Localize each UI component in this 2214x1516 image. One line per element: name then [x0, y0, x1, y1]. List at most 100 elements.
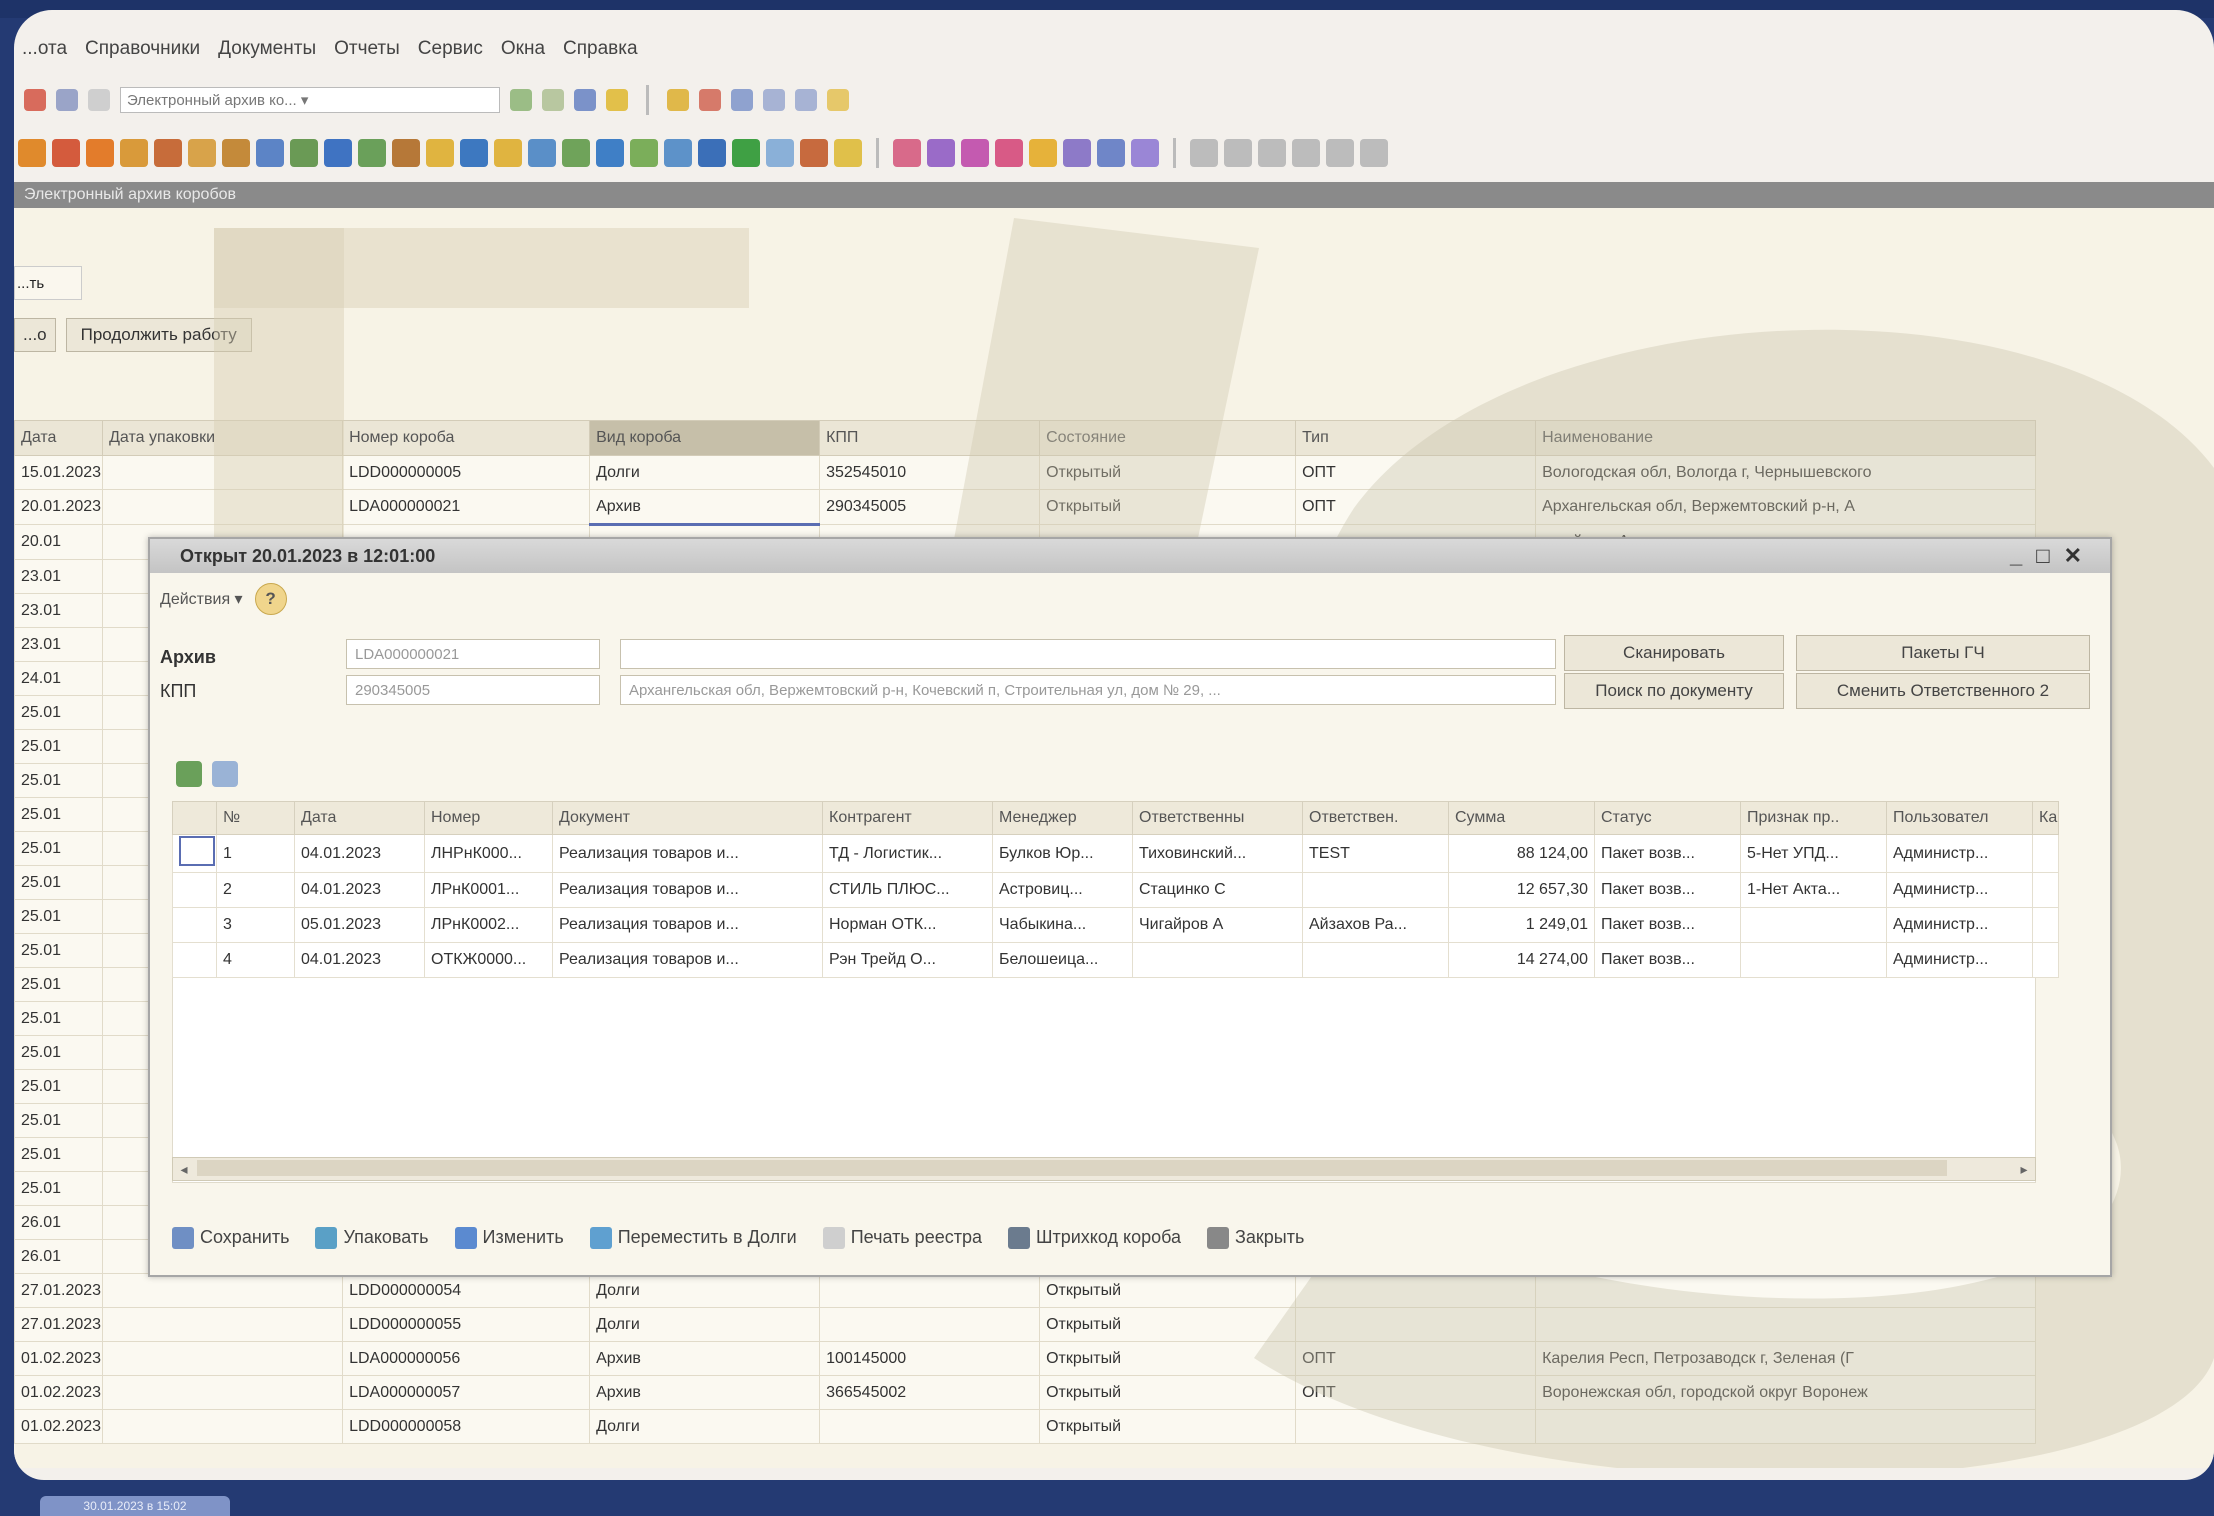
menu-item-catalogs[interactable]: Справочники — [85, 38, 200, 60]
home-icon[interactable] — [120, 139, 148, 167]
menu-item-windows[interactable]: Окна — [501, 38, 545, 60]
command-move-button[interactable]: Переместить в Долги — [589, 1227, 797, 1250]
documents-col-header[interactable]: Статус — [1594, 801, 1741, 835]
documents-col-header[interactable]: Ка — [2031, 801, 2060, 835]
menu-item-documents[interactable]: Документы — [218, 38, 316, 60]
price-icon[interactable] — [426, 139, 454, 167]
archive-icon[interactable] — [893, 139, 921, 167]
clients-icon[interactable] — [290, 139, 318, 167]
table-row[interactable]: 27.01.2023 LDD000000054 Долги Открытый — [14, 1273, 2037, 1308]
calendar-icon[interactable] — [699, 89, 721, 111]
user-icon[interactable] — [731, 89, 753, 111]
address-field[interactable]: Архангельская обл, Вержемтовский р-н, Ко… — [620, 675, 1556, 705]
col-date[interactable]: Дата — [14, 420, 104, 456]
scroll-thumb[interactable] — [197, 1160, 1947, 1176]
document-row[interactable]: 1 04.01.2023 ЛНРнК000... Реализация товаров… — [172, 834, 2060, 873]
command-pack-button[interactable]: Упаковать — [315, 1227, 429, 1250]
window-5-icon[interactable] — [1326, 139, 1354, 167]
tree-icon[interactable] — [1097, 139, 1125, 167]
document-row[interactable]: 2 04.01.2023 ЛРнК0001... Реализация товаров… — [172, 872, 2060, 908]
purchases-icon[interactable] — [86, 139, 114, 167]
scroll-right-icon[interactable]: ▸ — [2013, 1158, 2035, 1180]
calendar-2-icon[interactable] — [1131, 139, 1159, 167]
documents-col-header[interactable]: Менеджер — [992, 801, 1133, 835]
documents-col-header[interactable]: Дата — [294, 801, 425, 835]
window-tab[interactable]: 30.01.2023 в 15:02 — [40, 1496, 230, 1516]
col-box-number[interactable]: Номер короба — [342, 420, 591, 456]
documents-col-header[interactable]: Признак пр.. — [1740, 801, 1887, 835]
copy-row-icon[interactable] — [212, 761, 238, 787]
barcode-icon[interactable] — [995, 139, 1023, 167]
menu-item-reports[interactable]: Отчеты — [334, 38, 400, 60]
command-close-button[interactable]: Закрыть — [1207, 1227, 1304, 1250]
window-1-icon[interactable] — [1190, 139, 1218, 167]
close-window-icon[interactable]: ✕ — [2064, 543, 2096, 568]
scroll-left-icon[interactable]: ◂ — [173, 1158, 195, 1180]
filter-field[interactable]: ...ть — [14, 266, 82, 300]
command-edit-button[interactable]: Изменить — [454, 1227, 564, 1250]
window-6-icon[interactable] — [1360, 139, 1388, 167]
table-row[interactable]: 01.02.2023 LDA000000056 Архив 100145000 Откр… — [14, 1341, 2037, 1376]
maximize-icon[interactable]: □ — [2036, 543, 2063, 568]
col-name[interactable]: Наименование — [1535, 420, 2037, 456]
calculator-icon[interactable] — [667, 89, 689, 111]
chart-icon[interactable] — [562, 139, 590, 167]
align-icon[interactable] — [763, 89, 785, 111]
key-icon[interactable] — [834, 139, 862, 167]
table-row[interactable]: 15.01.2023 LDD000000005 Долги 352545010 Откр… — [14, 455, 2037, 490]
add-row-icon[interactable] — [176, 761, 202, 787]
menu-item-service[interactable]: Сервис — [418, 38, 483, 60]
documents-col-header[interactable]: № — [216, 801, 295, 835]
payment-icon[interactable] — [222, 139, 250, 167]
bank-icon[interactable] — [188, 139, 216, 167]
documents-col-header[interactable]: Номер — [424, 801, 553, 835]
search-icon[interactable] — [88, 89, 110, 111]
row-checkbox[interactable] — [179, 836, 215, 866]
packages-button[interactable]: Пакеты ГЧ — [1796, 635, 2090, 671]
document-row[interactable]: 3 05.01.2023 ЛРнК0002... Реализация товаров… — [172, 907, 2060, 943]
refresh-icon[interactable] — [510, 89, 532, 111]
archive-number-field[interactable]: LDA000000021 — [346, 639, 600, 669]
tasks-icon[interactable] — [596, 139, 624, 167]
documents-col-header[interactable] — [172, 801, 217, 835]
scan-button[interactable]: Сканировать — [1564, 635, 1784, 671]
menu-item-operations[interactable]: ...ота — [22, 38, 67, 60]
scan-input[interactable] — [620, 639, 1556, 669]
users-icon[interactable] — [256, 139, 284, 167]
window-2-icon[interactable] — [1224, 139, 1252, 167]
star-icon[interactable] — [606, 89, 628, 111]
document-row[interactable]: 4 04.01.2023 ОТКЖ0000... Реализация товаров… — [172, 942, 2060, 978]
scan-icon[interactable] — [961, 139, 989, 167]
docs-icon[interactable] — [766, 139, 794, 167]
minimize-icon[interactable]: _ — [2010, 543, 2036, 568]
tip-icon[interactable] — [827, 89, 849, 111]
documents-col-header[interactable]: Сумма — [1448, 801, 1595, 835]
documents-col-header[interactable]: Документ — [552, 801, 823, 835]
kpp-field[interactable]: 290345005 — [346, 675, 600, 705]
continue-work-button[interactable]: Продолжить работу — [65, 318, 252, 352]
col-kpp[interactable]: КПП — [819, 420, 1041, 456]
orders-icon[interactable] — [18, 139, 46, 167]
partial-button[interactable]: ...о — [14, 318, 56, 352]
command-save-button[interactable]: Сохранить — [172, 1227, 289, 1250]
mail-icon[interactable] — [528, 139, 556, 167]
forward-icon[interactable] — [56, 89, 78, 111]
folder-icon[interactable] — [494, 139, 522, 167]
search-by-document-button[interactable]: Поиск по документу — [1564, 673, 1784, 709]
documents-col-header[interactable]: Ответственны — [1132, 801, 1303, 835]
open-icon[interactable] — [574, 89, 596, 111]
documents-col-header[interactable]: Контрагент — [822, 801, 993, 835]
table-row[interactable]: 27.01.2023 LDD000000055 Долги Открытый — [14, 1307, 2037, 1342]
change-responsible-button[interactable]: Сменить Ответственного 2 — [1796, 673, 2090, 709]
horizontal-scrollbar[interactable]: ◂ ▸ — [172, 1157, 2036, 1181]
documents-col-header[interactable]: Ответствен. — [1302, 801, 1449, 835]
window-3-icon[interactable] — [1258, 139, 1286, 167]
col-type[interactable]: Тип — [1295, 420, 1537, 456]
lightning-icon[interactable] — [1029, 139, 1057, 167]
table-row[interactable]: 01.02.2023 LDA000000057 Архив 366545002 Откр… — [14, 1375, 2037, 1410]
menu-item-help[interactable]: Справка — [563, 38, 638, 60]
actions-menu[interactable]: Действия ▾ — [160, 589, 243, 609]
col-pack-date[interactable]: Дата упаковки — [102, 420, 344, 456]
command-barcode-button[interactable]: Штрихкод короба — [1007, 1227, 1181, 1250]
interface-combo[interactable]: Электронный архив ко... ▾ — [120, 87, 500, 113]
